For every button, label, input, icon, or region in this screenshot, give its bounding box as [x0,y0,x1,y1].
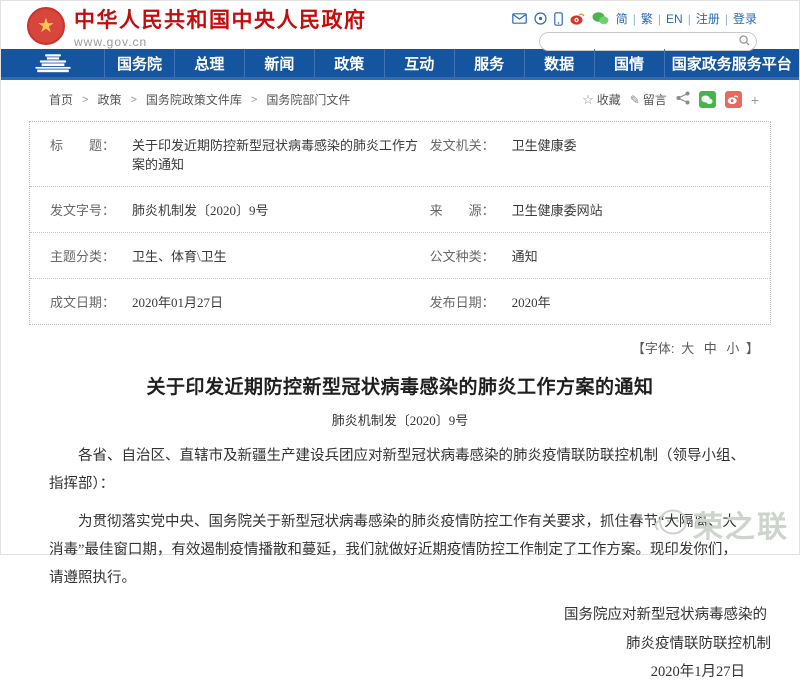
nav-item-news[interactable]: 新闻 [245,49,315,77]
register-link[interactable]: 注册 [696,10,720,27]
meta-value-topic-category: 卫生、体育\卫生 [132,246,227,265]
pencil-icon: ✎ [630,93,640,107]
breadcrumb-separator: > [251,94,257,106]
comment-label: 留言 [643,91,667,108]
meta-label-title: 标 题： [50,135,132,173]
meta-label-doc-type: 公文种类： [430,246,512,265]
meta-value-doc-type: 通知 [512,246,538,265]
comment-button[interactable]: ✎ 留言 [630,91,667,108]
breadcrumb: 首页 > 政策 > 国务院政策文件库 > 国务院部门文件 [49,91,350,108]
weibo-icon[interactable] [570,12,585,25]
nav-item-policies[interactable]: 政策 [315,49,385,77]
wechat-icon[interactable] [592,12,609,25]
site-title: 中华人民共和国中央人民政府 [74,4,367,34]
document-number: 肺炎机制发〔2020〕9号 [1,410,799,429]
page-title: 关于印发近期防控新型冠状病毒感染的肺炎工作方案的通知 [1,372,799,399]
divider: | [633,12,636,26]
article-body: 各省、自治区、直辖市及新疆生产建设兵团应对新型冠状病毒感染的肺炎疫情联防联控机制… [49,442,751,592]
wechat-share-icon[interactable] [699,91,716,108]
font-size-medium-button[interactable]: 中 [704,341,717,356]
tiananmen-home-icon[interactable] [1,49,105,77]
meta-value-written-date: 2020年01月27日 [132,292,223,311]
nav-item-state-council[interactable]: 国务院 [105,49,175,77]
lang-english[interactable]: EN [666,12,683,26]
brand-text: 中华人民共和国中央人民政府 www.gov.cn [74,4,367,49]
meta-label-publish-date: 发布日期： [430,292,512,311]
login-link[interactable]: 登录 [733,10,757,27]
nav-item-gov-service-platform[interactable]: 国家政务服务平台 [665,49,799,77]
header-quick-links: 简 | 繁 | EN | 注册 | 登录 [512,10,757,27]
signature-date: 2020年1月27日 [1,658,745,686]
mail-icon[interactable] [512,13,527,24]
mobile-icon[interactable] [554,12,563,26]
meta-value-doc-number: 肺炎机制发〔2020〕9号 [132,200,269,219]
meta-value-title: 关于印发近期防控新型冠状病毒感染的肺炎工作方案的通知 [132,135,430,173]
client-app-icon[interactable] [534,12,547,25]
site-header: ★ 中华人民共和国中央人民政府 www.gov.cn [1,1,799,49]
font-size-large-button[interactable]: 大 [681,341,694,356]
meta-value-publish-date: 2020年 [512,292,551,311]
font-size-small-button[interactable]: 小 [726,341,739,356]
lang-simplified[interactable]: 简 [616,10,628,27]
divider: | [688,12,691,26]
breadcrumb-dept-documents[interactable]: 国务院部门文件 [266,91,350,108]
table-row: 成文日期： 2020年01月27日 发布日期： 2020年 [30,279,770,324]
meta-value-source: 卫生健康委网站 [512,200,603,219]
breadcrumb-bar: 首页 > 政策 > 国务院政策文件库 > 国务院部门文件 ☆ 收藏 ✎ 留言 [1,80,799,117]
site-url: www.gov.cn [74,35,367,49]
star-icon: ☆ [582,92,594,108]
paragraph: 为贯彻落实党中央、国务院关于新型冠状病毒感染的肺炎疫情防控工作有关要求，抓住春节… [49,508,751,593]
site-brand[interactable]: ★ 中华人民共和国中央人民政府 www.gov.cn [27,3,367,49]
nav-item-interaction[interactable]: 互动 [385,49,455,77]
favorite-label: 收藏 [597,91,621,108]
breadcrumb-policies[interactable]: 政策 [97,91,121,108]
table-row: 标 题： 关于印发近期防控新型冠状病毒感染的肺炎工作方案的通知 发文机关： 卫生… [30,122,770,187]
meta-value-issuing-agency: 卫生健康委 [512,135,577,173]
paragraph: 各省、自治区、直辖市及新疆生产建设兵团应对新型冠状病毒感染的肺炎疫情联防联控机制… [49,442,751,499]
weibo-share-icon[interactable] [725,91,742,108]
nav-item-premier[interactable]: 总理 [175,49,245,77]
lang-links: 简 | 繁 | EN | 注册 | 登录 [616,10,757,27]
lang-traditional[interactable]: 繁 [641,10,653,27]
meta-label-written-date: 成文日期： [50,292,132,311]
divider: | [658,12,661,26]
document-meta-table: 标 题： 关于印发近期防控新型冠状病毒感染的肺炎工作方案的通知 发文机关： 卫生… [29,121,771,325]
nav-item-services[interactable]: 服务 [455,49,525,77]
nav-item-national-conditions[interactable]: 国情 [595,49,665,77]
signature-line: 国务院应对新型冠状病毒感染的 [1,601,767,629]
national-emblem-icon: ★ [27,7,65,45]
more-share-button[interactable]: + [751,92,759,108]
font-widget-suffix: 】 [746,341,759,356]
share-icon[interactable] [676,91,690,108]
page-actions: ☆ 收藏 ✎ 留言 + [582,91,759,108]
favorite-button[interactable]: ☆ 收藏 [582,91,621,108]
signature-block: 国务院应对新型冠状病毒感染的 肺炎疫情联防联控机制 2020年1月27日 [1,601,799,686]
search-icon[interactable] [739,33,750,51]
header-right: 简 | 繁 | EN | 注册 | 登录 [512,3,757,49]
table-row: 发文字号： 肺炎机制发〔2020〕9号 来 源： 卫生健康委网站 [30,187,770,233]
nav-item-data[interactable]: 数据 [525,49,595,77]
breadcrumb-separator: > [130,94,136,106]
main-nav: 国务院 总理 新闻 政策 互动 服务 数据 国情 国家政务服务平台 [1,49,799,80]
divider: | [725,12,728,26]
breadcrumb-home[interactable]: 首页 [49,91,73,108]
breadcrumb-separator: > [82,94,88,106]
search-input[interactable] [546,34,739,49]
font-size-widget: 【字体: 大 中 小 】 [1,325,799,357]
meta-label-source: 来 源： [430,200,512,219]
table-row: 主题分类： 卫生、体育\卫生 公文种类： 通知 [30,233,770,279]
signature-line: 肺炎疫情联防联控机制 [1,630,771,658]
breadcrumb-policy-library[interactable]: 国务院政策文件库 [146,91,242,108]
meta-label-topic-category: 主题分类： [50,246,132,265]
meta-label-issuing-agency: 发文机关： [430,135,512,173]
meta-label-doc-number: 发文字号： [50,200,132,219]
font-widget-prefix: 【字体: [632,341,675,356]
